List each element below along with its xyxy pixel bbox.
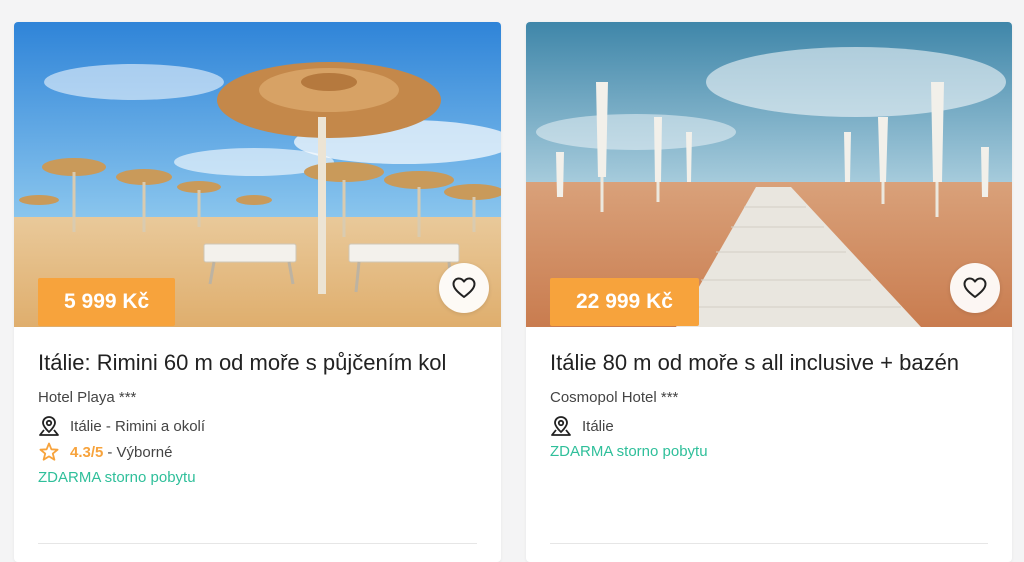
location-text: Itálie (582, 417, 614, 435)
free-cancellation-label: ZDARMA storno pobytu (550, 443, 708, 460)
offer-card[interactable]: 5 999 Kč Itálie: Rimini 60 m od moře s p… (14, 22, 501, 562)
price-badge: 5 999 Kč (38, 278, 176, 326)
location-row: Itálie - Rimini a okolí (38, 413, 477, 439)
divider (550, 543, 988, 544)
location-row: Itálie (550, 413, 988, 439)
star-icon (39, 442, 59, 461)
hotel-name: Hotel Playa *** (38, 389, 137, 406)
rating-text: - Výborné (107, 443, 173, 461)
divider (38, 543, 477, 544)
map-pin-icon (551, 416, 571, 436)
offer-title[interactable]: Itálie 80 m od moře s all inclusive + ba… (550, 347, 988, 379)
free-cancellation-label: ZDARMA storno pobytu (38, 469, 196, 486)
hotel-name: Cosmopol Hotel *** (550, 389, 679, 406)
offer-card[interactable]: 22 999 Kč Itálie 80 m od moře s all incl… (526, 22, 1012, 562)
offer-photo[interactable]: 5 999 Kč (14, 22, 501, 327)
map-pin-icon (39, 416, 59, 436)
heart-icon (452, 277, 476, 298)
offer-list: 5 999 Kč Itálie: Rimini 60 m od moře s p… (0, 0, 1024, 562)
location-text: Itálie - Rimini a okolí (70, 417, 206, 435)
rating-value: 4.3/5 (70, 443, 104, 461)
favorite-button[interactable] (439, 263, 489, 313)
offer-title[interactable]: Itálie: Rimini 60 m od moře s půjčením k… (38, 347, 477, 379)
offer-photo[interactable]: 22 999 Kč (526, 22, 1012, 327)
rating-row: 4.3/5 - Výborné (38, 439, 477, 465)
price-badge: 22 999 Kč (550, 278, 699, 326)
favorite-button[interactable] (950, 263, 1000, 313)
heart-icon (963, 277, 987, 298)
